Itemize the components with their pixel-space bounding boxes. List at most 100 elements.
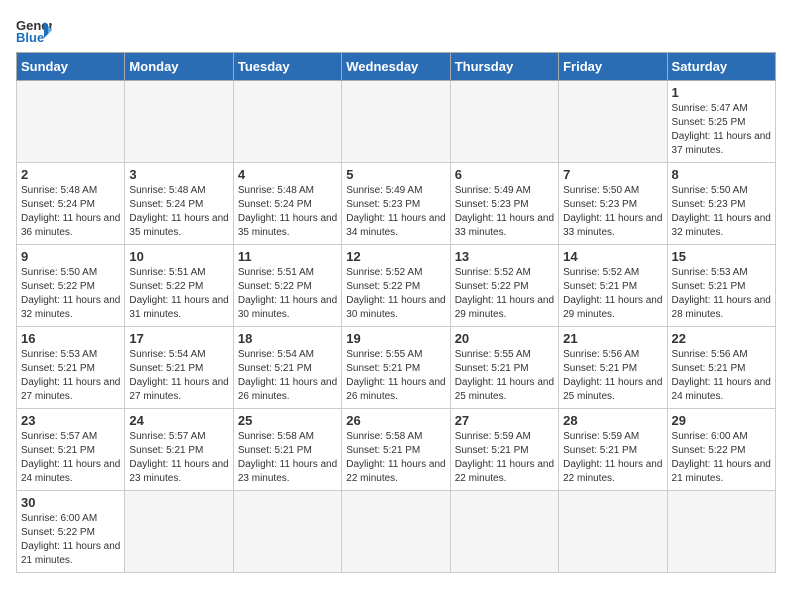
day-number: 18 xyxy=(238,331,337,346)
svg-text:Blue: Blue xyxy=(16,30,44,44)
day-number: 5 xyxy=(346,167,445,182)
calendar-cell-empty-38 xyxy=(342,491,450,573)
calendar-cell-22: 22 Sunrise: 5:56 AMSunset: 5:21 PMDayligh… xyxy=(667,327,775,409)
calendar-cell-4: 4 Sunrise: 5:48 AMSunset: 5:24 PMDaylight… xyxy=(233,163,341,245)
day-number: 26 xyxy=(346,413,445,428)
weekday-header-saturday: Saturday xyxy=(667,53,775,81)
day-number: 6 xyxy=(455,167,554,182)
day-number: 13 xyxy=(455,249,554,264)
calendar-row-1: 2 Sunrise: 5:48 AMSunset: 5:24 PMDaylight… xyxy=(17,163,776,245)
day-info: Sunrise: 5:59 AMSunset: 5:21 PMDaylight:… xyxy=(455,430,554,486)
day-info: Sunrise: 5:52 AMSunset: 5:21 PMDaylight:… xyxy=(563,266,662,322)
day-number: 11 xyxy=(238,249,337,264)
day-number: 10 xyxy=(129,249,228,264)
calendar-cell-10: 10 Sunrise: 5:51 AMSunset: 5:22 PMDayligh… xyxy=(125,245,233,327)
weekday-header-wednesday: Wednesday xyxy=(342,53,450,81)
calendar-cell-empty-2 xyxy=(233,81,341,163)
day-info: Sunrise: 5:58 AMSunset: 5:21 PMDaylight:… xyxy=(346,430,445,486)
day-number: 1 xyxy=(672,85,771,100)
day-info: Sunrise: 5:54 AMSunset: 5:21 PMDaylight:… xyxy=(129,348,228,404)
day-number: 22 xyxy=(672,331,771,346)
day-info: Sunrise: 6:00 AMSunset: 5:22 PMDaylight:… xyxy=(21,512,120,568)
calendar-cell-11: 11 Sunrise: 5:51 AMSunset: 5:22 PMDayligh… xyxy=(233,245,341,327)
calendar-cell-16: 16 Sunrise: 5:53 AMSunset: 5:21 PMDayligh… xyxy=(17,327,125,409)
day-info: Sunrise: 5:53 AMSunset: 5:21 PMDaylight:… xyxy=(672,266,771,322)
calendar-row-0: 1 Sunrise: 5:47 AMSunset: 5:25 PMDaylight… xyxy=(17,81,776,163)
day-number: 17 xyxy=(129,331,228,346)
logo: General Blue xyxy=(16,16,52,44)
day-number: 19 xyxy=(346,331,445,346)
day-number: 16 xyxy=(21,331,120,346)
calendar-cell-30: 30 Sunrise: 6:00 AMSunset: 5:22 PMDayligh… xyxy=(17,491,125,573)
day-info: Sunrise: 5:48 AMSunset: 5:24 PMDaylight:… xyxy=(129,184,228,240)
day-info: Sunrise: 5:52 AMSunset: 5:22 PMDaylight:… xyxy=(346,266,445,322)
day-info: Sunrise: 5:57 AMSunset: 5:21 PMDaylight:… xyxy=(21,430,120,486)
day-number: 23 xyxy=(21,413,120,428)
day-info: Sunrise: 5:56 AMSunset: 5:21 PMDaylight:… xyxy=(563,348,662,404)
calendar-cell-empty-36 xyxy=(125,491,233,573)
calendar-row-5: 30 Sunrise: 6:00 AMSunset: 5:22 PMDayligh… xyxy=(17,491,776,573)
calendar: SundayMondayTuesdayWednesdayThursdayFrid… xyxy=(16,52,776,573)
calendar-cell-19: 19Sunrise: 5:55 AMSunset: 5:21 PMDayligh… xyxy=(342,327,450,409)
calendar-cell-empty-37 xyxy=(233,491,341,573)
day-number: 28 xyxy=(563,413,662,428)
weekday-header-row: SundayMondayTuesdayWednesdayThursdayFrid… xyxy=(17,53,776,81)
calendar-row-3: 16 Sunrise: 5:53 AMSunset: 5:21 PMDayligh… xyxy=(17,327,776,409)
calendar-cell-empty-41 xyxy=(667,491,775,573)
calendar-cell-21: 21Sunrise: 5:56 AMSunset: 5:21 PMDayligh… xyxy=(559,327,667,409)
day-info: Sunrise: 6:00 AMSunset: 5:22 PMDaylight:… xyxy=(672,430,771,486)
day-number: 2 xyxy=(21,167,120,182)
weekday-header-friday: Friday xyxy=(559,53,667,81)
calendar-row-2: 9Sunrise: 5:50 AMSunset: 5:22 PMDaylight… xyxy=(17,245,776,327)
calendar-cell-empty-40 xyxy=(559,491,667,573)
day-number: 20 xyxy=(455,331,554,346)
day-number: 25 xyxy=(238,413,337,428)
day-info: Sunrise: 5:49 AMSunset: 5:23 PMDaylight:… xyxy=(346,184,445,240)
logo-icon: General Blue xyxy=(16,16,52,44)
day-info: Sunrise: 5:56 AMSunset: 5:21 PMDaylight:… xyxy=(672,348,771,404)
calendar-cell-29: 29Sunrise: 6:00 AMSunset: 5:22 PMDayligh… xyxy=(667,409,775,491)
calendar-cell-9: 9Sunrise: 5:50 AMSunset: 5:22 PMDaylight… xyxy=(17,245,125,327)
day-info: Sunrise: 5:58 AMSunset: 5:21 PMDaylight:… xyxy=(238,430,337,486)
calendar-cell-8: 8Sunrise: 5:50 AMSunset: 5:23 PMDaylight… xyxy=(667,163,775,245)
day-number: 27 xyxy=(455,413,554,428)
day-info: Sunrise: 5:51 AMSunset: 5:22 PMDaylight:… xyxy=(129,266,228,322)
weekday-header-thursday: Thursday xyxy=(450,53,558,81)
day-info: Sunrise: 5:55 AMSunset: 5:21 PMDaylight:… xyxy=(455,348,554,404)
calendar-cell-empty-1 xyxy=(125,81,233,163)
day-number: 14 xyxy=(563,249,662,264)
weekday-header-sunday: Sunday xyxy=(17,53,125,81)
calendar-cell-18: 18Sunrise: 5:54 AMSunset: 5:21 PMDayligh… xyxy=(233,327,341,409)
day-number: 24 xyxy=(129,413,228,428)
weekday-header-monday: Monday xyxy=(125,53,233,81)
day-info: Sunrise: 5:53 AMSunset: 5:21 PMDaylight:… xyxy=(21,348,120,404)
day-info: Sunrise: 5:47 AMSunset: 5:25 PMDaylight:… xyxy=(672,102,771,158)
calendar-cell-15: 15 Sunrise: 5:53 AMSunset: 5:21 PMDayligh… xyxy=(667,245,775,327)
day-info: Sunrise: 5:50 AMSunset: 5:23 PMDaylight:… xyxy=(672,184,771,240)
calendar-cell-empty-5 xyxy=(559,81,667,163)
calendar-cell-2: 2 Sunrise: 5:48 AMSunset: 5:24 PMDaylight… xyxy=(17,163,125,245)
calendar-cell-14: 14 Sunrise: 5:52 AMSunset: 5:21 PMDayligh… xyxy=(559,245,667,327)
calendar-cell-24: 24Sunrise: 5:57 AMSunset: 5:21 PMDayligh… xyxy=(125,409,233,491)
day-number: 3 xyxy=(129,167,228,182)
day-number: 12 xyxy=(346,249,445,264)
calendar-cell-26: 26 Sunrise: 5:58 AMSunset: 5:21 PMDayligh… xyxy=(342,409,450,491)
calendar-cell-empty-0 xyxy=(17,81,125,163)
calendar-cell-empty-3 xyxy=(342,81,450,163)
day-info: Sunrise: 5:49 AMSunset: 5:23 PMDaylight:… xyxy=(455,184,554,240)
calendar-cell-6: 6 Sunrise: 5:49 AMSunset: 5:23 PMDaylight… xyxy=(450,163,558,245)
calendar-cell-23: 23 Sunrise: 5:57 AMSunset: 5:21 PMDayligh… xyxy=(17,409,125,491)
day-number: 7 xyxy=(563,167,662,182)
weekday-header-tuesday: Tuesday xyxy=(233,53,341,81)
calendar-cell-1: 1 Sunrise: 5:47 AMSunset: 5:25 PMDaylight… xyxy=(667,81,775,163)
day-number: 9 xyxy=(21,249,120,264)
calendar-cell-empty-4 xyxy=(450,81,558,163)
day-info: Sunrise: 5:48 AMSunset: 5:24 PMDaylight:… xyxy=(238,184,337,240)
day-number: 4 xyxy=(238,167,337,182)
calendar-cell-5: 5 Sunrise: 5:49 AMSunset: 5:23 PMDaylight… xyxy=(342,163,450,245)
day-info: Sunrise: 5:51 AMSunset: 5:22 PMDaylight:… xyxy=(238,266,337,322)
day-number: 15 xyxy=(672,249,771,264)
day-number: 30 xyxy=(21,495,120,510)
calendar-cell-13: 13Sunrise: 5:52 AMSunset: 5:22 PMDayligh… xyxy=(450,245,558,327)
day-info: Sunrise: 5:48 AMSunset: 5:24 PMDaylight:… xyxy=(21,184,120,240)
